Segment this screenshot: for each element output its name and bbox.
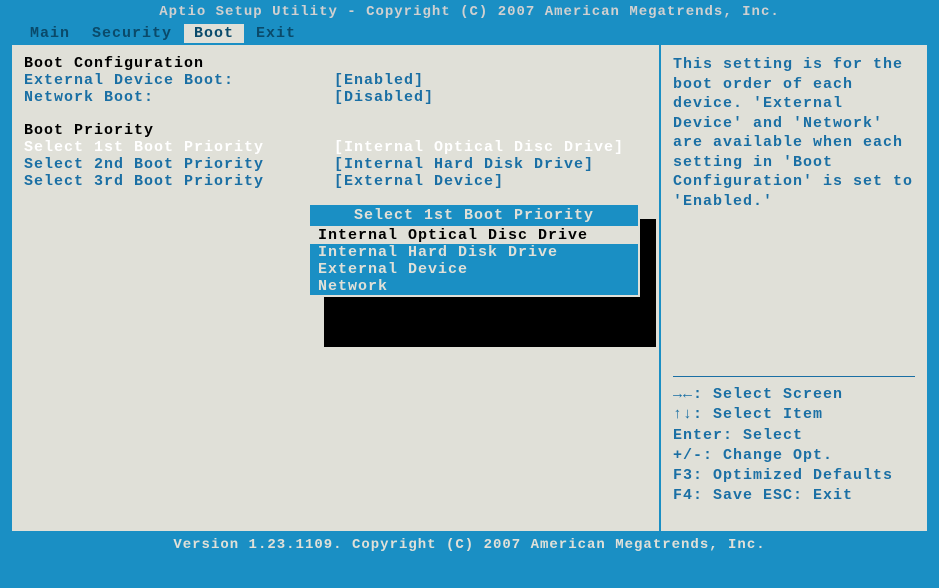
third-boot-priority-value: [External Device] xyxy=(334,173,647,190)
second-boot-priority-value: [Internal Hard Disk Drive] xyxy=(334,156,647,173)
third-boot-priority-row[interactable]: Select 3rd Boot Priority [External Devic… xyxy=(24,173,647,190)
popup-option-optical[interactable]: Internal Optical Disc Drive xyxy=(310,227,638,244)
hint-enter: Enter: Select xyxy=(673,426,915,446)
tab-bar: Main Security Boot Exit xyxy=(0,24,939,43)
network-boot-value: [Disabled] xyxy=(334,89,647,106)
second-boot-priority-row[interactable]: Select 2nd Boot Priority [Internal Hard … xyxy=(24,156,647,173)
popup-items: Internal Optical Disc Drive Internal Har… xyxy=(310,227,638,295)
third-boot-priority-label: Select 3rd Boot Priority xyxy=(24,173,334,190)
popup-option-hdd[interactable]: Internal Hard Disk Drive xyxy=(310,244,638,261)
external-device-boot-value: [Enabled] xyxy=(334,72,647,89)
boot-priority-popup: Select 1st Boot Priority Internal Optica… xyxy=(308,203,640,297)
first-boot-priority-label: Select 1st Boot Priority xyxy=(24,139,334,156)
second-boot-priority-label: Select 2nd Boot Priority xyxy=(24,156,334,173)
hint-f4-esc: F4: Save ESC: Exit xyxy=(673,486,915,506)
boot-priority-header: Boot Priority xyxy=(24,122,647,139)
tab-boot[interactable]: Boot xyxy=(184,24,244,43)
network-boot-row[interactable]: Network Boot: [Disabled] xyxy=(24,89,647,106)
hint-select-item: ↑↓: Select Item xyxy=(673,405,915,425)
bios-screen: Aptio Setup Utility - Copyright (C) 2007… xyxy=(0,0,939,588)
tab-main[interactable]: Main xyxy=(20,24,80,43)
hint-select-screen: →←: Select Screen xyxy=(673,385,915,405)
tab-exit[interactable]: Exit xyxy=(246,24,306,43)
popup-title: Select 1st Boot Priority xyxy=(310,205,638,227)
help-text: This setting is for the boot order of ea… xyxy=(673,55,915,211)
hint-change-opt: +/-: Change Opt. xyxy=(673,446,915,466)
footer-text: Version 1.23.1109. Copyright (C) 2007 Am… xyxy=(0,533,939,557)
first-boot-priority-row[interactable]: Select 1st Boot Priority [Internal Optic… xyxy=(24,139,647,156)
network-boot-label: Network Boot: xyxy=(24,89,334,106)
help-panel: This setting is for the boot order of ea… xyxy=(659,43,929,533)
tab-security[interactable]: Security xyxy=(82,24,182,43)
first-boot-priority-value: [Internal Optical Disc Drive] xyxy=(334,139,647,156)
popup-option-network[interactable]: Network xyxy=(310,278,638,295)
external-device-boot-label: External Device Boot: xyxy=(24,72,334,89)
boot-config-header: Boot Configuration xyxy=(24,55,647,72)
hint-f3: F3: Optimized Defaults xyxy=(673,466,915,486)
popup-option-external[interactable]: External Device xyxy=(310,261,638,278)
external-device-boot-row[interactable]: External Device Boot: [Enabled] xyxy=(24,72,647,89)
key-hints: →←: Select Screen ↑↓: Select Item Enter:… xyxy=(673,385,915,507)
help-divider xyxy=(673,376,915,377)
header-title: Aptio Setup Utility - Copyright (C) 2007… xyxy=(0,0,939,24)
settings-panel: Boot Configuration External Device Boot:… xyxy=(10,43,659,533)
main-area: Boot Configuration External Device Boot:… xyxy=(10,43,929,533)
